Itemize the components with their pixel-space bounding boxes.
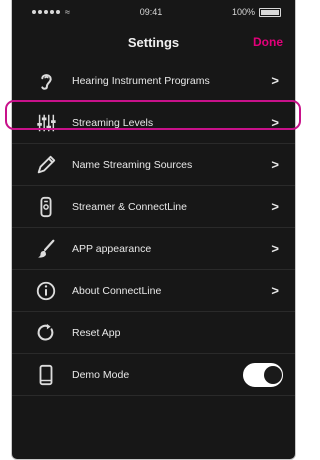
chevron-right-icon: > [271, 199, 279, 214]
chevron-right-icon: > [271, 73, 279, 88]
battery-indicator: 100% [232, 7, 281, 17]
menu-item-label: Reset App [72, 326, 121, 339]
done-button[interactable]: Done [253, 35, 283, 49]
signal-dots-icon [32, 10, 60, 14]
menu-item-demo-mode: Demo Mode [12, 354, 295, 396]
signal-indicator: ≈ [32, 7, 70, 17]
menu-item-label: Demo Mode [72, 368, 130, 381]
reset-icon [34, 321, 58, 345]
toggle-knob [264, 365, 282, 384]
demo-mode-toggle[interactable] [243, 362, 283, 387]
menu-item-label: Name Streaming Sources [72, 158, 193, 171]
page-title: Settings [127, 34, 180, 50]
menu-item-reset-app[interactable]: Reset App [12, 312, 295, 354]
chevron-right-icon: > [271, 157, 279, 172]
chevron-right-icon: > [271, 241, 279, 256]
menu-item-name-streaming-sources[interactable]: Name Streaming Sources > [12, 144, 295, 186]
menu-item-streamer-connectline[interactable]: Streamer & ConnectLine > [12, 186, 295, 228]
chevron-right-icon: > [271, 115, 279, 130]
ear-icon [34, 69, 58, 93]
battery-icon [258, 7, 281, 17]
wifi-icon: ≈ [65, 7, 70, 17]
status-bar: ≈ 09:41 100% [12, 0, 295, 24]
status-time: 09:41 [139, 7, 163, 17]
nav-bar: Settings Done [12, 24, 295, 60]
menu-item-label: Streamer & ConnectLine [72, 200, 187, 213]
phone-icon [34, 363, 58, 387]
streamer-icon [34, 195, 58, 219]
brush-icon [34, 237, 58, 261]
phone-screen: ≈ 09:41 100% Settings Done Hearing Instr… [11, 0, 296, 460]
sliders-icon [34, 111, 58, 135]
pencil-icon [34, 153, 58, 177]
menu-item-label: APP appearance [72, 242, 152, 255]
settings-list: Hearing Instrument Programs > Streaming … [12, 60, 295, 396]
battery-percent: 100% [231, 7, 255, 17]
menu-item-streaming-levels[interactable]: Streaming Levels > [12, 102, 295, 144]
menu-item-about-connectline[interactable]: About ConnectLine > [12, 270, 295, 312]
info-icon [34, 279, 58, 303]
menu-item-app-appearance[interactable]: APP appearance > [12, 228, 295, 270]
menu-item-hearing-programs[interactable]: Hearing Instrument Programs > [12, 60, 295, 102]
menu-item-label: Hearing Instrument Programs [72, 74, 210, 87]
menu-item-label: About ConnectLine [72, 284, 162, 297]
menu-item-label: Streaming Levels [72, 116, 154, 129]
chevron-right-icon: > [271, 283, 279, 298]
